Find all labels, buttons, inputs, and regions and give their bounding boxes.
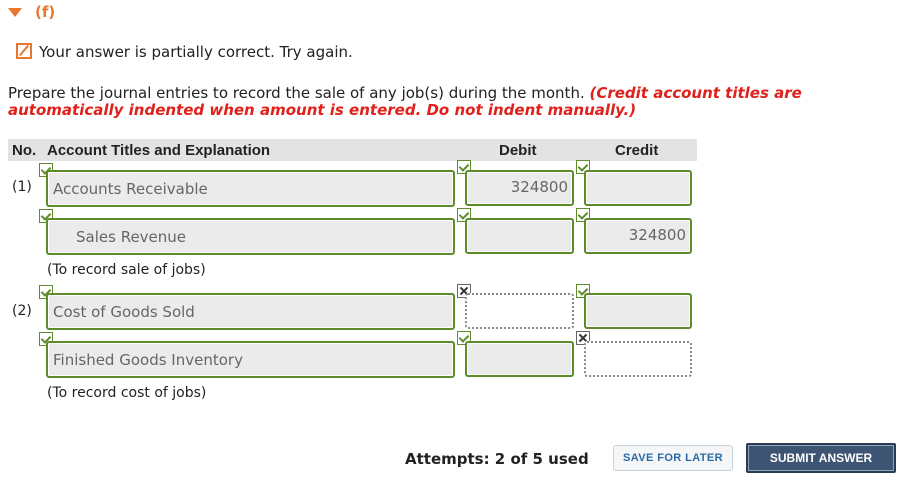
collapse-caret-icon[interactable] — [8, 8, 22, 17]
account-title-input[interactable]: Cost of Goods Sold — [46, 293, 455, 330]
account-title-input[interactable]: Sales Revenue — [46, 218, 455, 255]
submit-answer-button[interactable]: SUBMIT ANSWER — [746, 443, 896, 473]
account-title-input[interactable]: Accounts Receivable — [46, 170, 455, 207]
header-credit: Credit — [615, 142, 659, 159]
feedback-message: Your answer is partially correct. Try ag… — [39, 43, 353, 61]
partially-correct-icon — [16, 43, 32, 59]
entry-explanation: (To record sale of jobs) — [47, 262, 206, 278]
entry-number: (2) — [12, 303, 32, 319]
instructions-text: Prepare the journal entries to record th… — [8, 84, 590, 102]
attempts-counter: Attempts: 2 of 5 used — [405, 450, 589, 468]
part-label[interactable]: (f) — [35, 3, 55, 21]
debit-input[interactable]: 324800 — [465, 170, 574, 206]
debit-input[interactable] — [465, 218, 574, 254]
header-account: Account Titles and Explanation — [47, 142, 271, 159]
header-no: No. — [12, 142, 37, 159]
debit-input[interactable] — [465, 341, 574, 377]
header-debit: Debit — [499, 142, 537, 159]
credit-input[interactable] — [584, 170, 692, 206]
credit-input[interactable] — [584, 341, 692, 377]
account-title-input[interactable]: Finished Goods Inventory — [46, 341, 455, 378]
credit-input[interactable] — [584, 293, 692, 329]
debit-input[interactable] — [465, 293, 574, 329]
credit-input[interactable]: 324800 — [584, 218, 692, 254]
instructions: Prepare the journal entries to record th… — [8, 85, 888, 119]
save-for-later-button[interactable]: SAVE FOR LATER — [613, 445, 733, 471]
entry-number: (1) — [12, 179, 32, 195]
entry-explanation: (To record cost of jobs) — [47, 385, 207, 401]
